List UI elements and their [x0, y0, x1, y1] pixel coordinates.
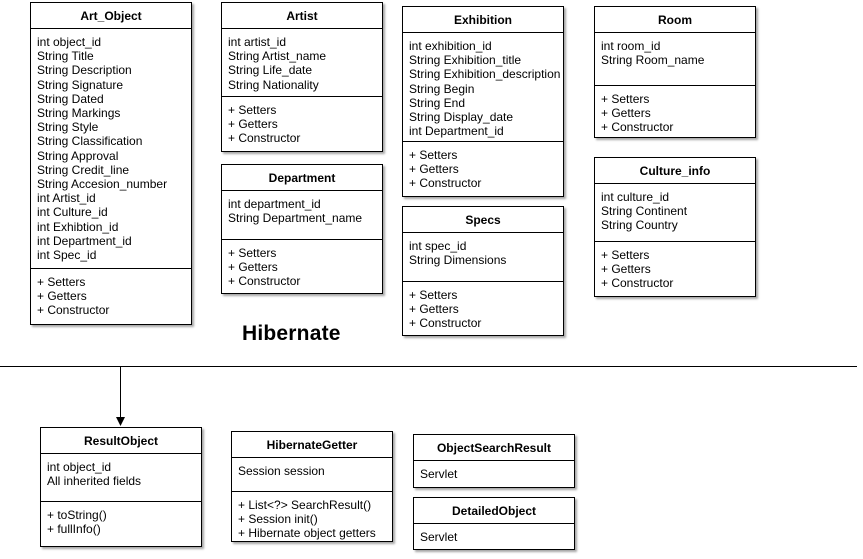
- arrow-head-icon: [116, 417, 125, 426]
- method: + Hibernate object getters: [238, 526, 376, 541]
- method-list: + List<?> SearchResult() + Session init()…: [232, 492, 392, 541]
- method: + toString(): [47, 508, 107, 522]
- class-name: ObjectSearchResult: [414, 435, 574, 461]
- attribute: Servlet: [420, 530, 458, 544]
- class-hibernate-getter: HibernateGetter Session session + List<?…: [231, 431, 393, 542]
- class-object-search-result: ObjectSearchResult Servlet: [413, 434, 575, 488]
- attribute: All inherited fields: [47, 474, 142, 489]
- method: + List<?> SearchResult(): [238, 498, 372, 512]
- class-name: ResultObject: [41, 428, 201, 454]
- class-detailed-object: DetailedObject Servlet: [413, 497, 575, 550]
- method: + Session init(): [238, 512, 318, 527]
- class-name: HibernateGetter: [232, 432, 392, 458]
- method: + fullInfo(): [47, 522, 101, 537]
- attribute-list: Session session: [232, 458, 392, 492]
- attribute-list: Servlet: [414, 524, 574, 544]
- attribute-list: int object_id All inherited fields: [41, 454, 201, 502]
- attribute: int object_id: [47, 460, 112, 474]
- attribute: Servlet: [420, 467, 458, 481]
- class-name: DetailedObject: [414, 498, 574, 524]
- method-list: + toString() + fullInfo(): [41, 502, 201, 536]
- attribute-list: Servlet: [414, 461, 574, 481]
- class-result-object: ResultObject int object_id All inherited …: [40, 427, 202, 547]
- attribute: Session session: [238, 464, 325, 478]
